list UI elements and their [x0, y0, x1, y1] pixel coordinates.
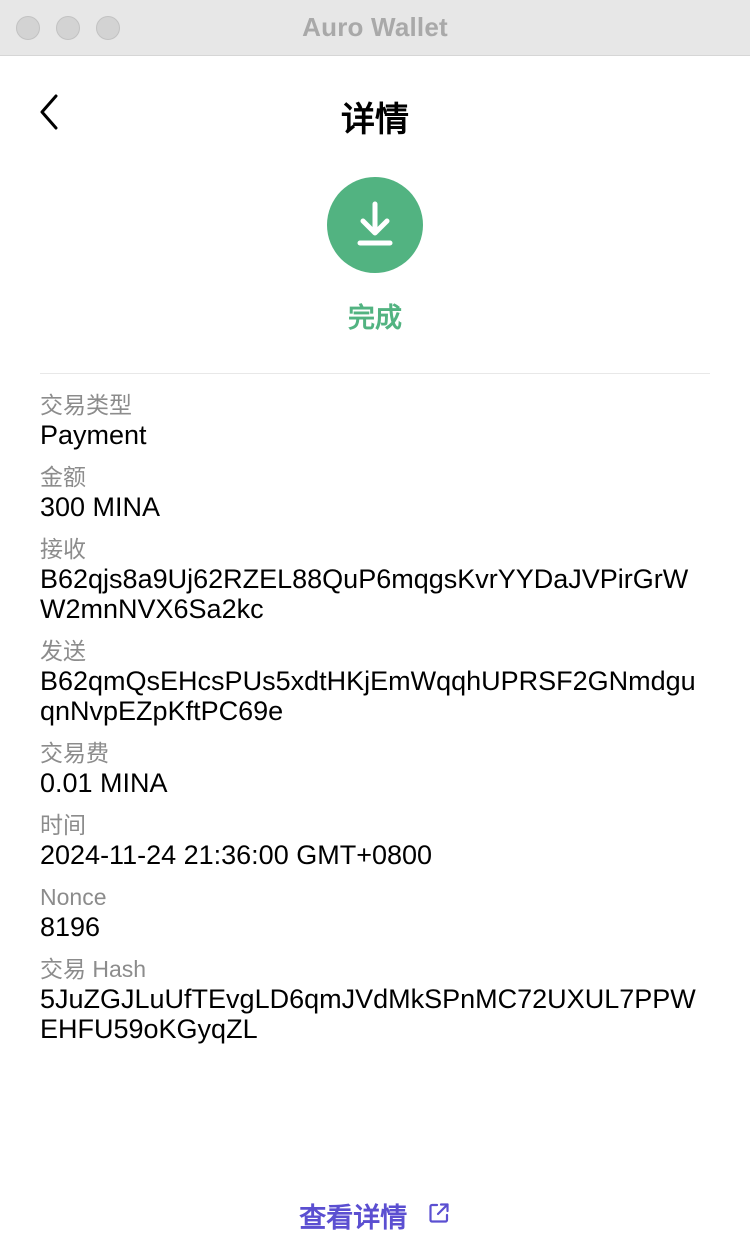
window-titlebar: Auro Wallet — [0, 0, 750, 56]
detail-label: 交易费 — [40, 740, 109, 766]
status-label: 完成 — [348, 303, 402, 333]
divider — [40, 373, 710, 374]
detail-receiver: 接收 B62qjs8a9Uj62RZEL88QuP6mqgsKvrYYDaJVP… — [40, 534, 710, 624]
detail-hash: 交易 Hash 5JuZGJLuUfTEvgLD6qmJVdMkSPnMC72U… — [40, 954, 710, 1044]
detail-label: 发送 — [40, 638, 86, 664]
detail-label: 接收 — [40, 536, 86, 562]
download-arrow-icon — [357, 201, 393, 246]
external-link-icon — [427, 1201, 451, 1232]
view-details-link[interactable]: 查看详情 — [0, 1196, 750, 1235]
receiver-address: B62qjs8a9Uj62RZEL88QuP6mqgsKvrYYDaJVPirG… — [40, 564, 689, 624]
transaction-details: 交易类型 Payment 金额 300 MINA 接收 B62qjs8a9Uj6… — [40, 390, 710, 1056]
detail-label: 金额 — [40, 464, 86, 490]
window-title: Auro Wallet — [302, 12, 448, 42]
detail-sender: 发送 B62qmQsEHcsPUs5xdtHKjEmWqqhUPRSF2GNmd… — [40, 636, 710, 726]
detail-amount: 金额 300 MINA — [40, 462, 710, 522]
detail-time: 时间 2024-11-24 21:36:00 GMT+0800 — [40, 810, 710, 870]
detail-fee: 交易费 0.01 MINA — [40, 738, 710, 798]
page-title: 详情 — [341, 101, 409, 139]
detail-value: 300 MINA — [40, 492, 161, 522]
detail-label: 时间 — [40, 812, 86, 838]
detail-value: 8196 — [40, 912, 101, 942]
detail-label: 交易 Hash — [40, 956, 147, 982]
sender-address: B62qmQsEHcsPUs5xdtHKjEmWqqhUPRSF2GNmdguq… — [40, 666, 696, 726]
status-icon — [327, 177, 423, 273]
detail-label: Nonce — [40, 884, 107, 910]
app-window: Auro Wallet 详情 完成 交易类型 Payment 金额 300 MI… — [0, 0, 750, 1256]
detail-value: 2024-11-24 21:36:00 GMT+0800 — [40, 840, 433, 870]
detail-nonce: Nonce 8196 — [40, 882, 710, 942]
view-details-label: 查看详情 — [299, 1203, 408, 1233]
detail-value: 0.01 MINA — [40, 768, 168, 798]
detail-label: 交易类型 — [40, 392, 132, 418]
tx-hash: 5JuZGJLuUfTEvgLD6qmJVdMkSPnMC72UXUL7PPWE… — [40, 984, 696, 1044]
detail-value: Payment — [40, 420, 147, 450]
detail-tx-type: 交易类型 Payment — [40, 390, 710, 450]
page-header: 详情 — [0, 56, 750, 172]
